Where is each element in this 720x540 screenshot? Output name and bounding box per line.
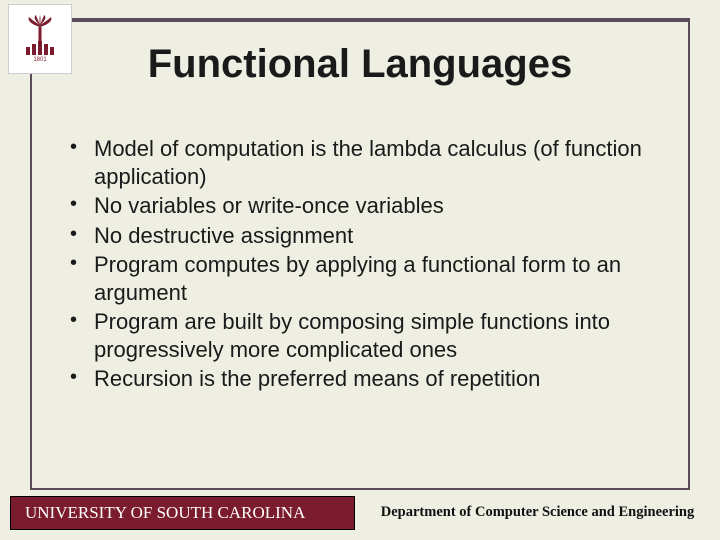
university-logo: 1801 [8, 4, 72, 74]
logo-year: 1801 [31, 57, 48, 63]
list-item: Recursion is the preferred means of repe… [70, 365, 660, 393]
footer-university: UNIVERSITY OF SOUTH CAROLINA [10, 496, 355, 530]
palmetto-tree-icon [23, 15, 57, 43]
bullet-text: Model of computation is the lambda calcu… [94, 136, 642, 189]
list-item: Model of computation is the lambda calcu… [70, 135, 660, 190]
list-item: Program computes by applying a functiona… [70, 251, 660, 306]
logo-gates-icon [9, 41, 71, 55]
bullet-text: Program are built by composing simple fu… [94, 309, 610, 362]
footer-department: Department of Computer Science and Engin… [355, 496, 720, 530]
slide-title: Functional Languages [0, 42, 720, 87]
list-item: No variables or write-once variables [70, 192, 660, 220]
bullet-text: Recursion is the preferred means of repe… [94, 366, 540, 391]
bullet-list: Model of computation is the lambda calcu… [70, 135, 660, 395]
bullet-text: No destructive assignment [94, 223, 353, 248]
list-item: No destructive assignment [70, 222, 660, 250]
bullet-text: Program computes by applying a functiona… [94, 252, 621, 305]
bullet-text: No variables or write-once variables [94, 193, 444, 218]
footer: UNIVERSITY OF SOUTH CAROLINA Department … [10, 496, 720, 530]
list-item: Program are built by composing simple fu… [70, 308, 660, 363]
